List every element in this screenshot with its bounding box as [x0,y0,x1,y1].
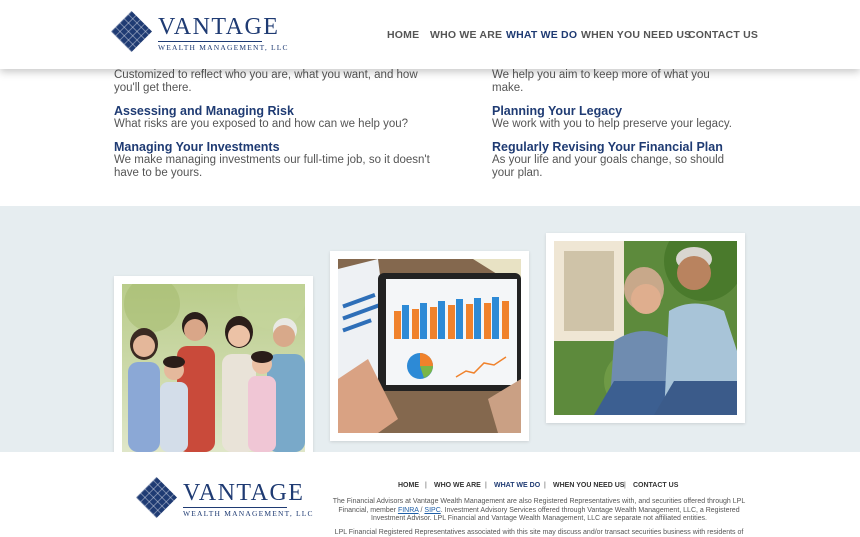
logo-rule [183,507,287,508]
photo-band [0,206,860,460]
family-photo [122,284,305,452]
footer-disclosure-2: LPL Financial Registered Representatives… [334,529,744,536]
footer-disclosure: The Financial Advisors at Vantage Wealth… [330,498,748,524]
service-desc: We help you aim to keep more of what you… [492,69,710,94]
service-item: Managing Your Investments We make managi… [114,140,434,180]
service-item: Regularly Revising Your Financial Plan A… [492,140,742,180]
nav-when-you-need-us[interactable]: WHEN YOU NEED US [581,29,691,41]
nav-contact-us[interactable]: CONTACT US [688,29,758,41]
site-header: VANTAGE WEALTH MANAGEMENT, LLC HOME WHO … [0,0,860,69]
service-title[interactable]: Assessing and Managing Risk [114,104,434,118]
footer-nav-contact-us[interactable]: CONTACT US [633,482,678,489]
footer-nav-who-we-are[interactable]: WHO WE ARE [434,482,481,489]
service-item: Planning Your Legacy We work with you to… [492,104,742,131]
footer-brand-logo: VANTAGE WEALTH MANAGEMENT, LLC [135,476,313,522]
footer-logo[interactable]: VANTAGE WEALTH MANAGEMENT, LLC [135,476,313,522]
couple-photo [554,241,737,415]
logo-diamond-icon [135,476,178,519]
service-desc: Customized to reflect who you are, what … [114,69,418,94]
logo-diamond-icon [110,10,153,53]
service-item: Assessing and Managing Risk What risks a… [114,104,434,131]
brand-logo[interactable]: VANTAGE WEALTH MANAGEMENT, LLC [110,10,288,56]
tablet-photo-frame [330,251,529,441]
brand-name: VANTAGE [158,14,280,40]
service-desc: We work with you to help preserve your l… [492,118,732,130]
sipc-link[interactable]: SIPC [424,507,440,514]
nav-home[interactable]: HOME [387,29,419,41]
site-footer: VANTAGE WEALTH MANAGEMENT, LLC HOME | WH… [0,452,860,537]
service-title[interactable]: Planning Your Legacy [492,104,742,118]
footer-nav-separator: | [485,482,487,489]
family-photo-frame [114,276,313,460]
service-item: We help you aim to keep more of what you… [492,69,742,95]
footer-nav-separator: | [544,482,546,489]
service-desc: We make managing investments our full-ti… [114,154,430,179]
couple-photo-frame [546,233,745,423]
logo-rule [158,41,262,42]
nav-who-we-are[interactable]: WHO WE ARE [430,29,502,41]
service-title[interactable]: Managing Your Investments [114,140,434,154]
tablet-chart-photo [338,259,521,433]
footer-nav-what-we-do[interactable]: WHAT WE DO [494,482,540,489]
footer-brand-tagline: WEALTH MANAGEMENT, LLC [183,509,314,518]
service-item: Customized to reflect who you are, what … [114,69,434,95]
footer-nav-home[interactable]: HOME [398,482,419,489]
footer-nav-separator: | [624,482,626,489]
nav-what-we-do[interactable]: WHAT WE DO [506,29,577,41]
footer-nav-separator: | [425,482,427,489]
service-title[interactable]: Regularly Revising Your Financial Plan [492,140,742,154]
service-desc: What risks are you exposed to and how ca… [114,118,409,130]
finra-link[interactable]: FINRA [398,507,419,514]
footer-brand-name: VANTAGE [183,480,305,506]
service-desc: As your life and your goals change, so s… [492,154,725,179]
brand-tagline: WEALTH MANAGEMENT, LLC [158,43,289,52]
footer-nav-when-you-need-us[interactable]: WHEN YOU NEED US [553,482,624,489]
